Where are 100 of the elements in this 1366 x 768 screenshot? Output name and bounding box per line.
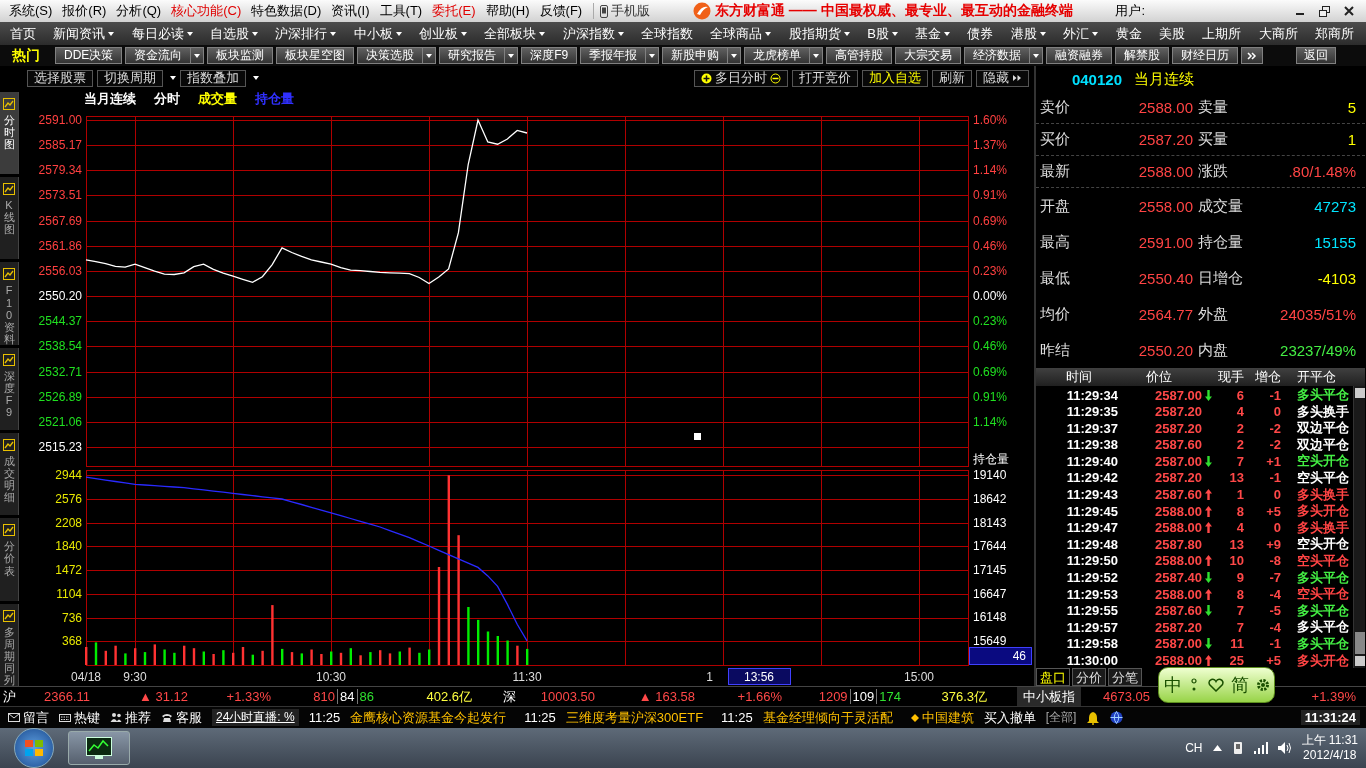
toolbar-button[interactable]: 多日分时 [694, 69, 788, 87]
news-headline[interactable]: 金鹰核心资源基金今起发行 [350, 708, 507, 727]
scrollbar[interactable] [1353, 386, 1365, 668]
nav-item[interactable]: 全球指数 [641, 24, 694, 43]
news-headline[interactable]: 三维度考量沪深300ETF [565, 708, 704, 727]
menu-item[interactable]: 特色数据(D) [246, 2, 327, 20]
nav-item[interactable]: 黄金 [1115, 24, 1142, 43]
side-tab[interactable]: 分时图 [0, 92, 19, 175]
toolbar-button[interactable]: 经济数据 [964, 47, 1044, 64]
nav-item[interactable]: 自选股 [210, 24, 259, 43]
menu-item[interactable]: 资讯(I) [326, 2, 375, 20]
toolbar-button[interactable]: 深度F9 [521, 47, 578, 64]
toolbar-button[interactable]: 板块监测 [207, 47, 274, 64]
side-tab[interactable]: 成交明细 [0, 433, 19, 516]
menu-item[interactable]: 帮助(H) [480, 2, 535, 20]
toolbar-button[interactable]: 隐藏 [976, 69, 1029, 87]
order-action[interactable]: 买入撤单 [983, 708, 1036, 727]
toolbar-button[interactable]: 刷新 [932, 69, 972, 87]
table-cell-text: 2587.00 [1154, 453, 1202, 469]
toolbar-button[interactable]: 新股申购 [662, 47, 742, 64]
toolbar-button[interactable]: 龙虎榜单 [744, 47, 824, 64]
ime-charset-button[interactable]: 简 [1230, 673, 1249, 697]
bell-icon[interactable] [1086, 710, 1101, 725]
toolbar-button[interactable]: 研究报告 [439, 47, 519, 64]
side-tab[interactable]: 深度F9 [0, 347, 19, 431]
nav-item[interactable]: 美股 [1158, 24, 1185, 43]
toolbar-button[interactable]: 选择股票 [27, 69, 93, 87]
side-tab[interactable]: 多周期同列 [0, 603, 19, 687]
toolbar-button[interactable]: 决策选股 [357, 47, 437, 64]
nav-item[interactable]: 债券 [967, 24, 994, 43]
nav-item[interactable]: 大商所 [1258, 24, 1298, 43]
nav-item[interactable]: 上期所 [1202, 24, 1242, 43]
toolbar-button[interactable]: 板块星空图 [276, 47, 355, 64]
toolbar-button[interactable]: 切换周期 [97, 69, 163, 87]
side-tab[interactable]: 分价表 [0, 518, 19, 601]
language-indicator[interactable]: CH [1185, 741, 1203, 755]
menu-item[interactable]: 系统(S) [4, 2, 58, 20]
menu-item[interactable]: 工具(T) [374, 2, 428, 20]
nav-item[interactable]: 新闻资讯 [53, 24, 115, 43]
start-button[interactable] [14, 728, 54, 768]
menu-item[interactable]: 核心功能(C) [166, 2, 247, 20]
shortcut-link[interactable]: 热键 [59, 708, 100, 727]
toolbar-button[interactable]: 财经日历 [1172, 47, 1239, 64]
stock-link[interactable]: 中国建筑 [910, 708, 974, 727]
panel-tab[interactable]: 盘口 [1036, 668, 1070, 686]
close-icon[interactable] [1344, 6, 1354, 16]
signal-bars-icon[interactable] [1253, 742, 1268, 754]
shortcut-link[interactable]: 客服 [161, 708, 202, 727]
table-cell-text: 11:30:00 [1065, 653, 1119, 668]
toolbar-button[interactable]: DDE决策 [55, 47, 123, 64]
nav-item[interactable]: 基金 [915, 24, 951, 43]
menu-item[interactable]: 报价(R) [57, 2, 112, 20]
toolbar-button[interactable]: 大宗交易 [895, 47, 962, 64]
gear-icon[interactable] [1255, 678, 1270, 692]
taskbar-app-button[interactable] [68, 731, 130, 765]
menu-item[interactable]: 反馈(F) [534, 2, 588, 20]
panel-tab[interactable]: 分价 [1072, 668, 1106, 686]
nav-item[interactable]: 全球商品 [710, 24, 772, 43]
toolbar-button[interactable]: 打开竞价 [792, 69, 858, 87]
more-button[interactable] [1241, 47, 1264, 64]
filter-link[interactable]: [全部] [1045, 709, 1077, 726]
toolbar-button[interactable]: 资金流向 [125, 47, 205, 64]
toolbar-button[interactable]: 融资融券 [1046, 47, 1113, 64]
show-hidden-icons-icon[interactable] [1212, 745, 1222, 751]
heart-icon[interactable] [1207, 678, 1224, 692]
news-headline[interactable]: 基金经理倾向于灵活配 [762, 708, 893, 727]
menu-item[interactable]: 委托(E) [427, 2, 481, 20]
globe-icon[interactable] [1110, 711, 1124, 724]
side-tab[interactable]: F10资料 [0, 262, 19, 345]
nav-item[interactable]: 沪深指数 [562, 24, 624, 43]
nav-item[interactable]: 全部板块 [484, 24, 546, 43]
nav-item[interactable]: 首页 [10, 24, 36, 43]
nav-item[interactable]: 创业板 [419, 24, 468, 43]
restore-icon[interactable] [1319, 5, 1330, 17]
nav-item[interactable]: 每日必读 [131, 24, 193, 43]
shortcut-link[interactable]: 留言 [8, 708, 49, 727]
nav-item[interactable]: B股 [867, 24, 898, 43]
toolbar-button[interactable]: 加入自选 [862, 69, 928, 87]
back-button[interactable]: 返回 [1296, 47, 1337, 64]
live-link[interactable]: 24小时直播: % [212, 709, 299, 726]
nav-item[interactable]: 股指期货 [788, 24, 850, 43]
mobile-link[interactable]: 手机版 [600, 2, 651, 20]
toolbar-button[interactable]: 指数叠加 [180, 69, 246, 87]
toolbar-button[interactable]: 季报年报 [580, 47, 660, 64]
toolbar-button[interactable]: 解禁股 [1115, 47, 1170, 64]
toolbar-button[interactable]: 高管持股 [826, 47, 893, 64]
speaker-icon[interactable] [1277, 742, 1292, 754]
caret-icon[interactable] [253, 76, 259, 80]
nav-item[interactable]: 港股 [1010, 24, 1046, 43]
nav-item[interactable]: 中小板 [353, 24, 402, 43]
caret-icon[interactable] [170, 76, 176, 80]
shortcut-link[interactable]: 推荐 [110, 708, 151, 727]
device-icon[interactable] [1231, 741, 1244, 755]
panel-tab[interactable]: 分笔 [1108, 668, 1142, 686]
ime-mode-button[interactable]: 中 [1163, 673, 1182, 697]
nav-item[interactable]: 沪深排行 [275, 24, 337, 43]
side-tab[interactable]: K线图 [0, 177, 19, 260]
nav-item[interactable]: 外汇 [1063, 24, 1099, 43]
menu-item[interactable]: 分析(Q) [111, 2, 167, 20]
nav-item[interactable]: 郑商所 [1314, 24, 1354, 43]
